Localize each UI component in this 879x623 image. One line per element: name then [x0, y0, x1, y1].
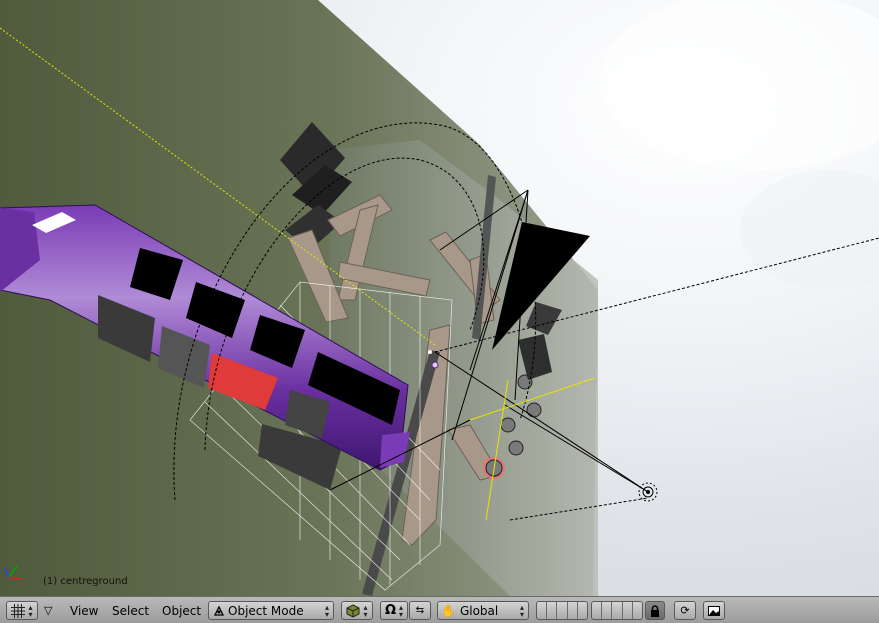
updown-arrows-icon: ▴ ▾ — [324, 602, 329, 619]
3d-view-header: ▴ ▾ ▽ View Select Object Object Mode ▴ ▾ ▴… — [0, 596, 879, 623]
manipulator-toggle[interactable]: ⇆ — [409, 601, 431, 620]
updown-arrows-icon: ▴ ▾ — [519, 602, 524, 619]
3d-viewport[interactable]: (1) centreground — [0, 0, 879, 596]
layer-grid[interactable] — [592, 602, 642, 619]
orientation-select-value: Global — [459, 603, 499, 618]
cloud — [600, 0, 879, 170]
axis-widget — [4, 565, 24, 580]
draw-type-button[interactable]: ▴ ▾ — [341, 601, 373, 620]
layer-buttons-right[interactable] — [591, 601, 643, 620]
mode-select[interactable]: Object Mode ▴ ▾ — [208, 601, 334, 620]
cloud — [740, 170, 879, 290]
solid-cube-icon — [346, 603, 360, 618]
layer-lock-button[interactable] — [645, 601, 665, 620]
orientation-select[interactable]: ✋ Global ▴ ▾ — [437, 601, 529, 620]
render-icon: ⟳ — [680, 604, 690, 617]
menu-object[interactable]: Object — [162, 604, 201, 618]
object-origin — [431, 361, 439, 369]
image-icon — [708, 605, 720, 616]
scene-render — [0, 0, 879, 596]
rotate-manipulator-icon: ⇆ — [415, 605, 425, 616]
updown-arrows-icon: ▴ ▾ — [399, 602, 404, 619]
lamp-object — [638, 482, 658, 502]
lock-icon — [650, 604, 660, 617]
layer-grid[interactable] — [537, 602, 587, 619]
menu-view[interactable]: View — [70, 604, 98, 618]
window-type-button[interactable]: ▴ ▾ — [6, 601, 38, 620]
mode-select-value: Object Mode — [228, 603, 304, 618]
render-preview-button[interactable]: ⟳ — [674, 601, 696, 620]
image-button[interactable] — [703, 601, 725, 620]
pivot-button[interactable]: Ω ▴ ▾ — [380, 601, 408, 620]
collapse-menu-icon[interactable]: ▽ — [44, 604, 52, 617]
updown-arrows-icon: ▴ ▾ — [28, 602, 33, 619]
layer-buttons-left[interactable] — [536, 601, 588, 620]
grid-icon — [11, 603, 26, 618]
pivot-icon: Ω — [384, 603, 397, 618]
menu-select[interactable]: Select — [112, 604, 149, 618]
hand-icon: ✋ — [441, 603, 456, 618]
updown-arrows-icon: ▴ ▾ — [363, 602, 368, 619]
active-object-label: (1) centreground — [43, 576, 128, 587]
object-mode-icon — [213, 605, 225, 617]
object-origin — [428, 350, 432, 354]
